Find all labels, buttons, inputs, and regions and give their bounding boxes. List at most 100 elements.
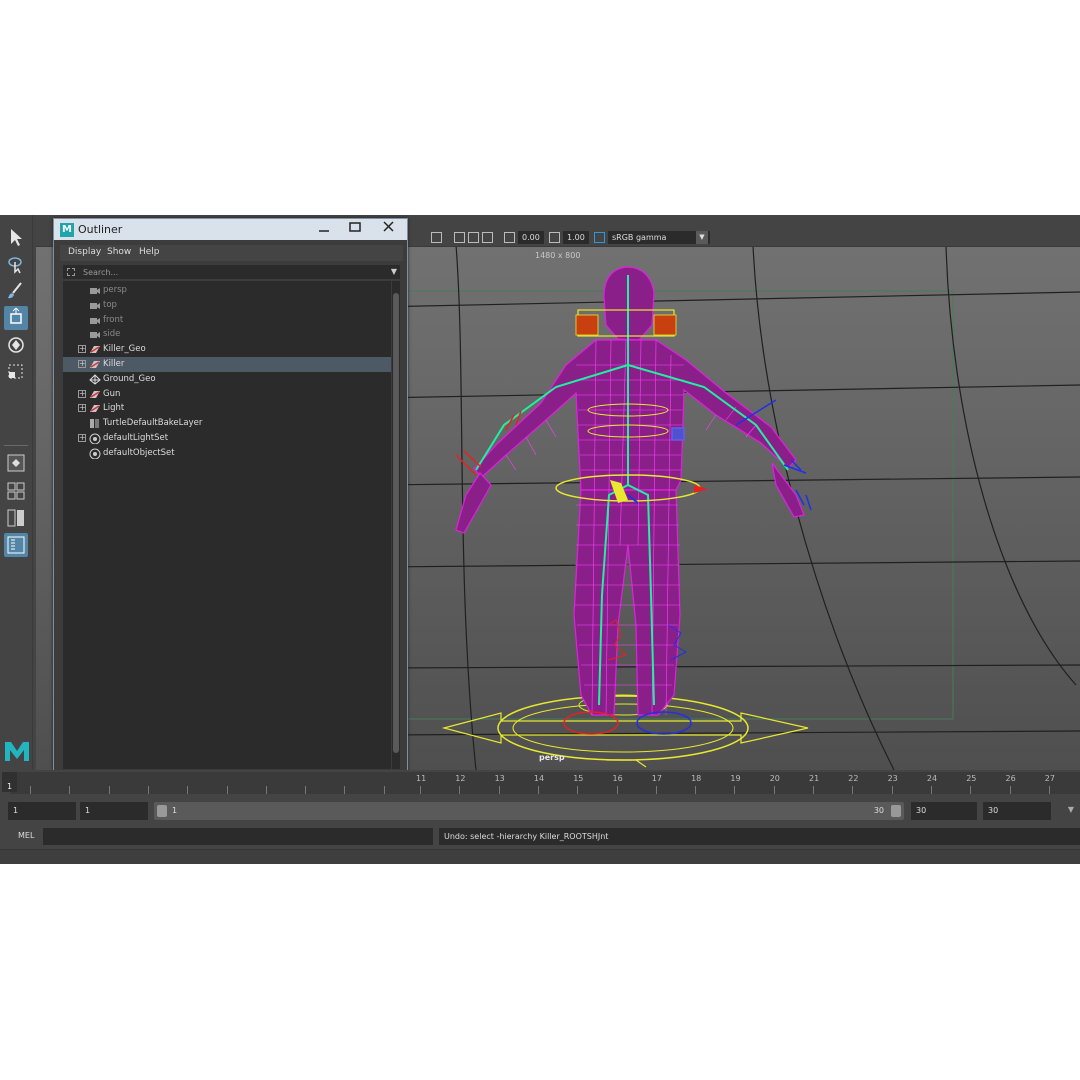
maximize-button[interactable] bbox=[340, 219, 370, 237]
outliner-item-label: Ground_Geo bbox=[103, 373, 156, 384]
close-button[interactable] bbox=[374, 219, 404, 237]
time-slider[interactable]: 11 12 13 14 15 16 17 18 19 20 21 22 23 24 25 26 27 1 bbox=[0, 770, 1080, 796]
expand-toggle-icon[interactable]: + bbox=[78, 404, 86, 413]
frame-tick bbox=[930, 786, 932, 794]
two-view-layout-button[interactable] bbox=[4, 506, 28, 530]
right-foot-control[interactable] bbox=[636, 711, 692, 735]
exposure-icon[interactable] bbox=[504, 232, 515, 243]
outliner-tree[interactable]: persp top front side + Killer_Geo + Killer Groun… bbox=[63, 281, 391, 769]
outliner-item-killer-geo[interactable]: + Killer_Geo bbox=[63, 342, 391, 357]
menu-display[interactable]: Display bbox=[68, 247, 101, 257]
range-start-handle[interactable] bbox=[157, 805, 167, 817]
frame-tick-label: 23 bbox=[887, 774, 898, 783]
outliner-item-defaultlightset[interactable]: + defaultLightSet bbox=[63, 431, 391, 446]
minimize-button[interactable] bbox=[309, 219, 339, 237]
outliner-item-defaultobjectset[interactable]: defaultObjectSet bbox=[63, 446, 391, 461]
frame-tick bbox=[344, 786, 346, 794]
expand-toggle-icon[interactable]: + bbox=[78, 434, 86, 442]
expand-toggle-icon[interactable]: + bbox=[78, 360, 86, 368]
image-plane-icon[interactable] bbox=[431, 232, 442, 243]
outliner-item-light[interactable]: + Light bbox=[63, 401, 391, 416]
bookmarks-icon[interactable] bbox=[482, 232, 493, 243]
scrollbar-thumb[interactable] bbox=[393, 293, 399, 753]
expand-toggle-icon[interactable]: + bbox=[78, 345, 86, 354]
frame-tick bbox=[108, 786, 110, 794]
camera-icon bbox=[90, 332, 100, 339]
scale-tool-button[interactable] bbox=[4, 360, 28, 384]
mel-command-input[interactable] bbox=[43, 828, 433, 845]
move-tool-button[interactable] bbox=[4, 306, 28, 330]
camera-name-label: persp bbox=[539, 753, 565, 762]
move-icon bbox=[10, 308, 22, 324]
script-language-toggle[interactable]: MEL bbox=[18, 831, 34, 840]
color-management-icon[interactable] bbox=[594, 232, 605, 243]
range-end-handle[interactable] bbox=[891, 805, 901, 817]
anim-start-field[interactable]: 1 bbox=[8, 802, 76, 820]
outliner-title: Outliner bbox=[78, 223, 123, 236]
lasso-icon bbox=[8, 257, 22, 274]
rig-root-control[interactable] bbox=[441, 694, 809, 768]
layout-single-icon bbox=[7, 454, 25, 472]
outliner-item-label: Gun bbox=[103, 388, 121, 399]
outliner-item-label: Killer_Geo bbox=[103, 344, 146, 355]
expand-toggle-icon[interactable]: + bbox=[78, 389, 86, 398]
anim-end-field[interactable]: 30 bbox=[983, 802, 1051, 820]
resolution-gate-label: 1480 x 800 bbox=[535, 251, 581, 260]
range-slider: 1 1 1 30 30 30 ▼ bbox=[0, 796, 1080, 824]
outliner-window[interactable]: M Outliner Display Show Help ▼ persp top f… bbox=[53, 218, 408, 791]
outliner-item-side[interactable]: side bbox=[63, 327, 391, 342]
exposure-field[interactable]: 0.00 bbox=[518, 231, 544, 244]
view-transform-dropdown[interactable]: sRGB gamma ▼ bbox=[608, 231, 710, 244]
outliner-vertical-scrollbar[interactable] bbox=[392, 281, 400, 769]
outliner-search-input[interactable] bbox=[83, 265, 383, 279]
menu-help[interactable]: Help bbox=[139, 247, 160, 257]
time-slider-track[interactable]: 11 12 13 14 15 16 17 18 19 20 21 22 23 24 25 26 27 bbox=[10, 772, 1080, 794]
rotate-tool-button[interactable] bbox=[4, 333, 28, 357]
frame-tick bbox=[187, 786, 189, 794]
outliner-item-label: Light bbox=[103, 403, 125, 414]
lasso-tool-button[interactable] bbox=[4, 252, 28, 276]
frame-tick bbox=[970, 786, 972, 794]
outliner-item-killer[interactable]: + Killer bbox=[63, 357, 391, 372]
frame-tick bbox=[734, 786, 736, 794]
menu-show[interactable]: Show bbox=[107, 247, 131, 257]
single-perspective-layout-button[interactable] bbox=[4, 451, 28, 475]
paint-select-tool-button[interactable] bbox=[4, 279, 28, 303]
outliner-item-front[interactable]: front bbox=[63, 313, 391, 328]
minimize-icon bbox=[319, 230, 329, 232]
outliner-item-top[interactable]: top bbox=[63, 298, 391, 313]
four-view-layout-button[interactable] bbox=[4, 479, 28, 503]
outliner-item-turtledefaultbakelayer[interactable]: TurtleDefaultBakeLayer bbox=[63, 416, 391, 431]
playback-range-bar[interactable]: 1 30 bbox=[154, 802, 904, 820]
frame-tick-label: 26 bbox=[1005, 774, 1016, 783]
chevron-down-icon[interactable]: ▼ bbox=[1068, 805, 1074, 814]
chevron-down-icon[interactable]: ▼ bbox=[391, 267, 397, 276]
playback-end-field[interactable]: 30 bbox=[911, 802, 977, 820]
outliner-item-gun[interactable]: + Gun bbox=[63, 387, 391, 402]
outliner-item-label: side bbox=[103, 329, 121, 340]
frame-tick-label: 16 bbox=[612, 774, 623, 783]
camera-icon bbox=[90, 302, 100, 309]
select-camera-icon[interactable] bbox=[454, 232, 465, 243]
view-transform-value: sRGB gamma bbox=[612, 233, 667, 242]
frame-tick-label: 21 bbox=[809, 774, 820, 783]
close-icon bbox=[383, 221, 394, 232]
outliner-layout-button[interactable] bbox=[4, 533, 28, 557]
select-tool-button[interactable] bbox=[4, 225, 28, 249]
outliner-item-persp[interactable]: persp bbox=[63, 283, 391, 298]
character-mesh-wireframe[interactable] bbox=[455, 266, 805, 716]
camera-attributes-icon[interactable] bbox=[468, 232, 479, 243]
gamma-field[interactable]: 1.00 bbox=[563, 231, 589, 244]
left-foot-control[interactable] bbox=[563, 711, 619, 735]
layout-four-icon bbox=[7, 482, 25, 500]
filter-icon[interactable] bbox=[67, 268, 75, 276]
gamma-icon[interactable] bbox=[549, 232, 560, 243]
toolbox bbox=[0, 215, 33, 770]
playback-start-field[interactable]: 1 bbox=[80, 802, 148, 820]
outliner-titlebar[interactable]: M Outliner bbox=[54, 219, 407, 240]
outliner-item-ground-geo[interactable]: Ground_Geo bbox=[63, 372, 391, 387]
group-icon bbox=[90, 405, 100, 413]
outliner-item-label: Killer bbox=[103, 359, 125, 369]
current-frame-marker[interactable]: 1 bbox=[2, 772, 17, 792]
maximize-icon bbox=[349, 222, 361, 232]
